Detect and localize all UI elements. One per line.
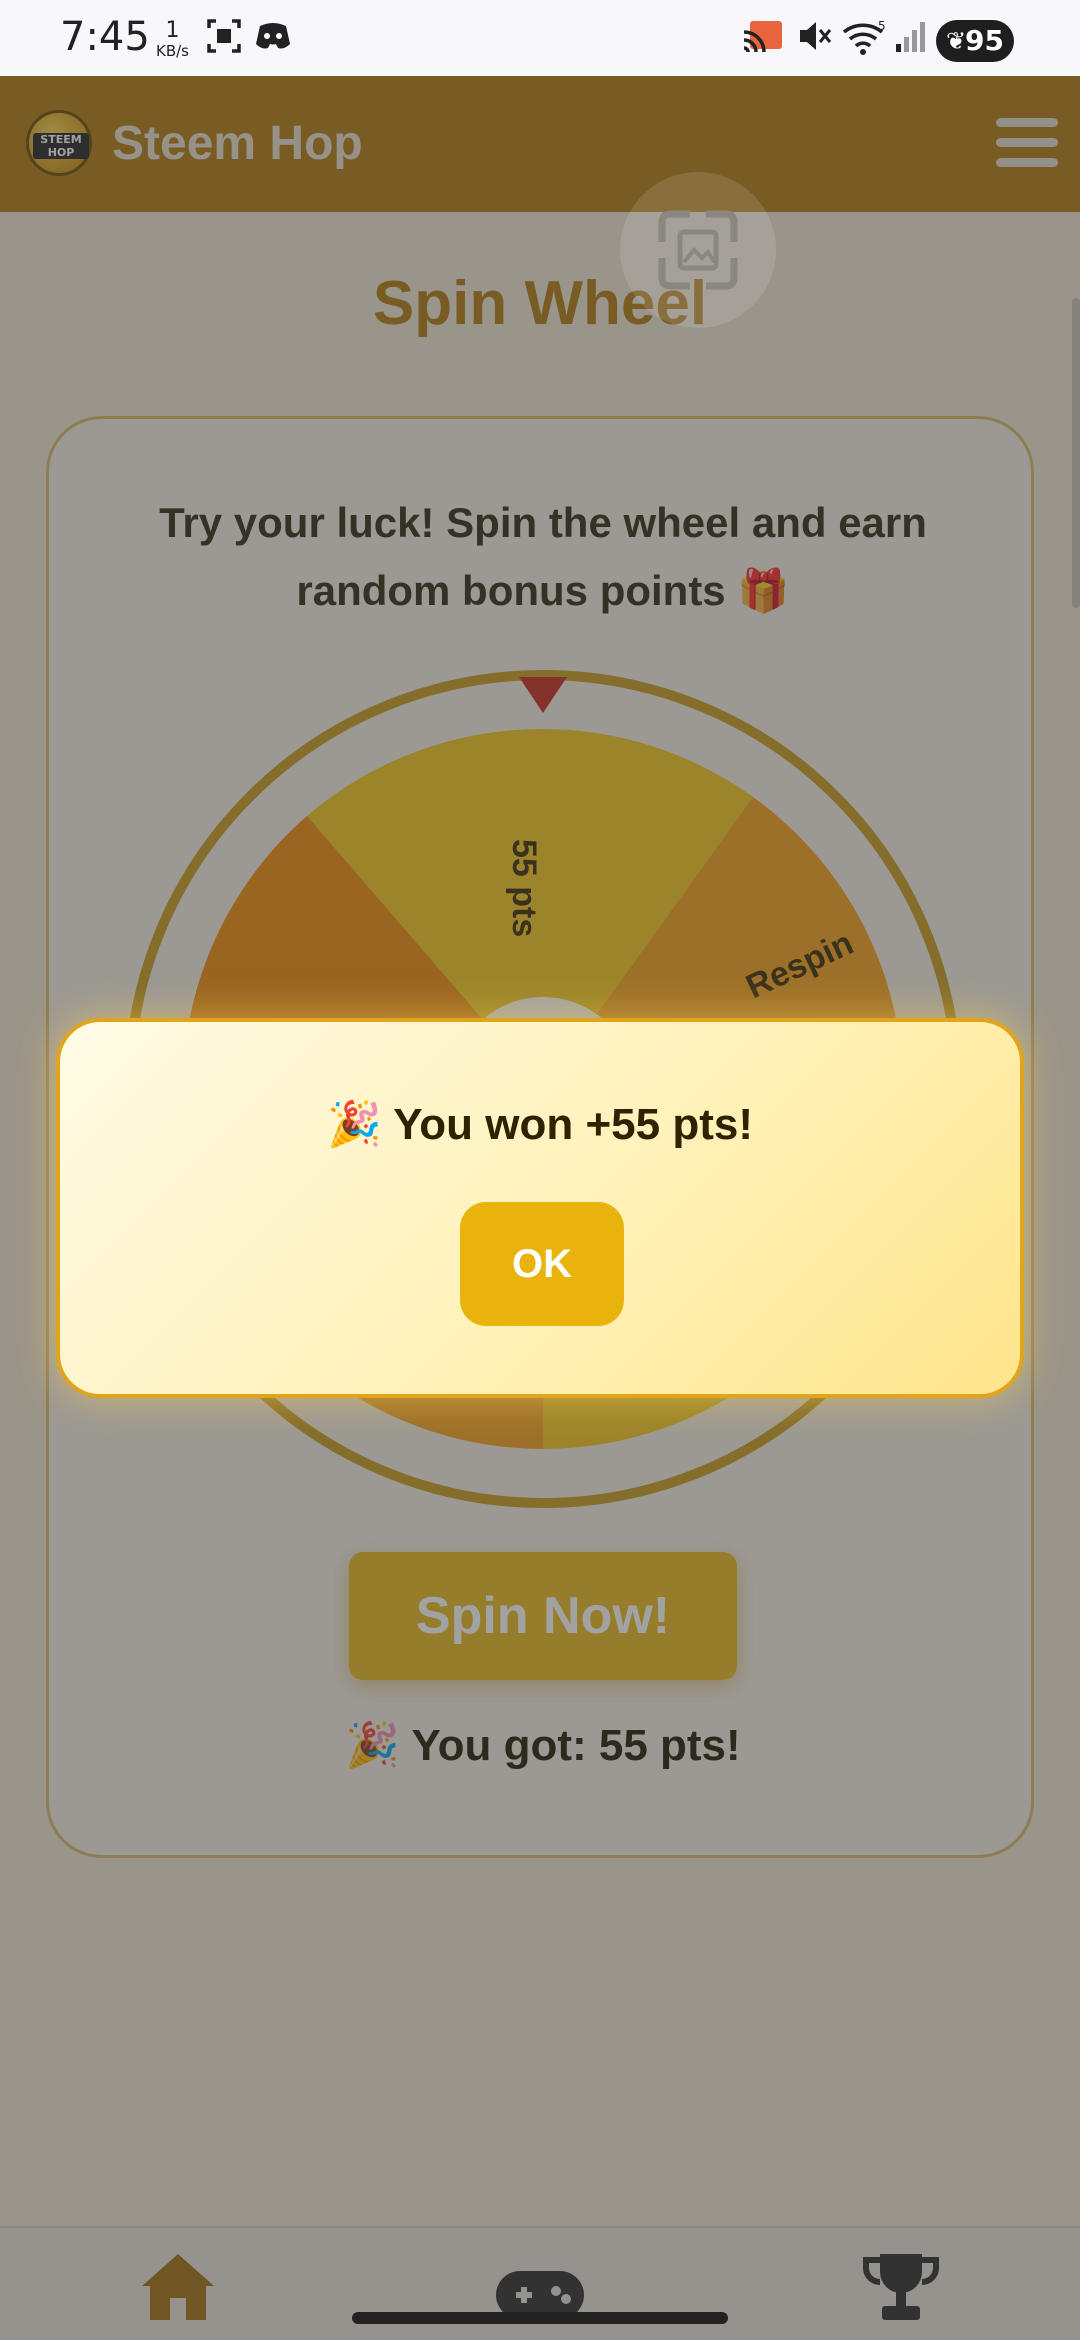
mute-icon bbox=[800, 22, 832, 50]
cast-icon bbox=[743, 21, 782, 53]
discord-icon bbox=[256, 23, 290, 49]
screenshot-icon bbox=[658, 210, 738, 290]
dialog-message: 🎉 You won +55 pts! bbox=[327, 1100, 753, 1149]
ok-button[interactable]: OK bbox=[460, 1202, 624, 1326]
status-time: 7:45 bbox=[60, 14, 150, 60]
leaf-icon: ❦ bbox=[946, 27, 967, 55]
battery-indicator: ❦ 95 bbox=[936, 20, 1014, 62]
wifi-icon: 5 bbox=[842, 19, 886, 55]
status-bar: 7:45 1 KB/s 5 ❦ 95 bbox=[0, 0, 1080, 76]
win-dialog: 🎉 You won +55 pts! OK bbox=[56, 1018, 1024, 1398]
network-speed: 1 KB/s bbox=[156, 18, 189, 61]
network-speed-unit: KB/s bbox=[156, 42, 189, 60]
screenshot-float-button[interactable] bbox=[620, 172, 776, 328]
signal-icon bbox=[896, 22, 925, 52]
battery-level: 95 bbox=[965, 24, 1004, 57]
home-gesture-bar[interactable] bbox=[352, 2312, 728, 2324]
wifi-badge: 5 bbox=[878, 19, 886, 33]
network-speed-value: 1 bbox=[165, 18, 180, 43]
screen-record-icon bbox=[207, 19, 241, 53]
